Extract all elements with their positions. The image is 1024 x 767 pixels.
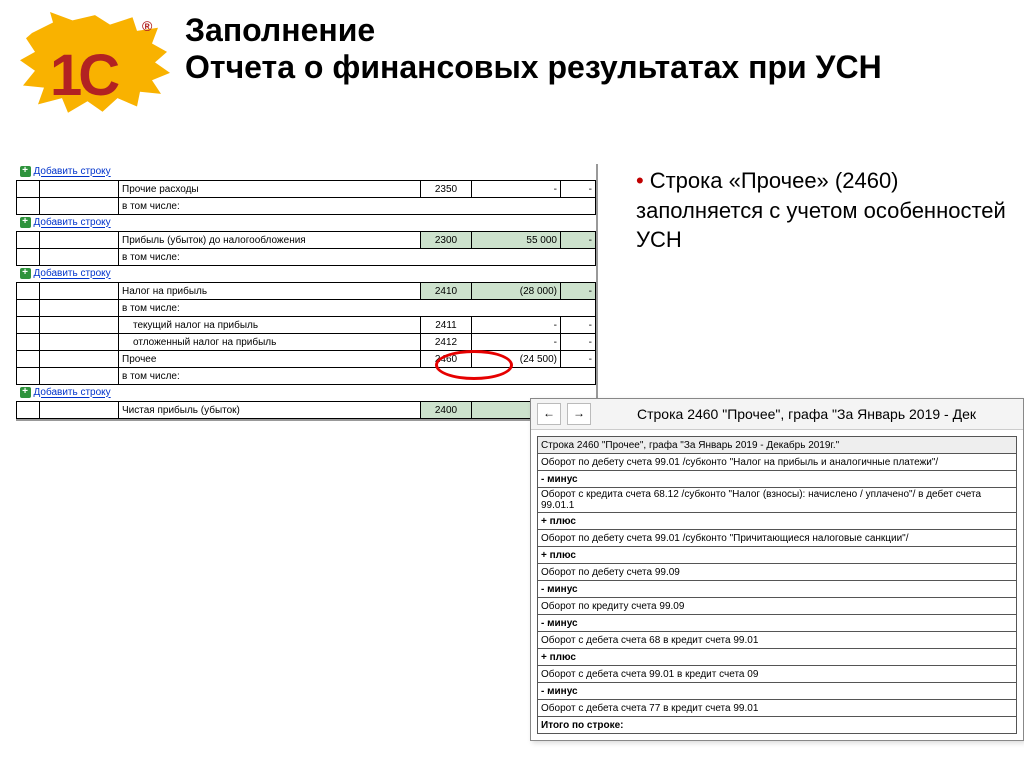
detail-line: Оборот по дебету счета 99.01 /субконто "…	[538, 454, 1017, 471]
row-val1[interactable]: (28 000)	[472, 283, 561, 300]
detail-body: Строка 2460 "Прочее", графа "За Январь 2…	[531, 430, 1023, 740]
detail-header-cell: Строка 2460 "Прочее", графа "За Январь 2…	[538, 437, 1017, 454]
add-line-row[interactable]: +Добавить строку	[17, 266, 596, 283]
detail-table: Строка 2460 "Прочее", графа "За Январь 2…	[537, 436, 1017, 734]
description-bullet: •Строка «Прочее» (2460) заполняется с уч…	[636, 166, 1014, 255]
logo-text: 1С	[50, 42, 116, 109]
detail-line: - минус	[538, 683, 1017, 700]
including-label: в том числе:	[119, 249, 596, 266]
table-row: текущий налог на прибыль 2411 - -	[17, 317, 596, 334]
row-val2[interactable]: -	[561, 317, 596, 334]
logo-registered-icon: ®	[142, 18, 152, 34]
including-label: в том числе:	[119, 198, 596, 215]
row-name: Налог на прибыль	[119, 283, 421, 300]
row-val2[interactable]: -	[561, 181, 596, 198]
add-line-link[interactable]: Добавить строку	[34, 388, 111, 399]
row-val1[interactable]: -	[472, 181, 561, 198]
title-line1: Заполнение	[185, 12, 375, 48]
table-row-highlighted: Прочее 2460 (24 500) -	[17, 351, 596, 368]
row-val1[interactable]: (24 500)	[472, 351, 561, 368]
row-name: Прибыль (убыток) до налогообложения	[119, 232, 421, 249]
table-row: в том числе:	[17, 249, 596, 266]
report-panel: +Добавить строку Прочие расходы 2350 - -…	[16, 164, 598, 421]
row-val1[interactable]: -	[472, 317, 561, 334]
detail-line: + плюс	[538, 513, 1017, 530]
table-row: Прочие расходы 2350 - -	[17, 181, 596, 198]
header: 1С ® Заполнение Отчета о финансовых резу…	[20, 12, 1014, 122]
including-label: в том числе:	[119, 368, 596, 385]
row-code: 2460	[421, 351, 472, 368]
detail-line: Оборот с дебета счета 77 в кредит счета …	[538, 700, 1017, 717]
row-name: Прочие расходы	[119, 181, 421, 198]
add-line-link[interactable]: Добавить строку	[34, 167, 111, 178]
row-val2[interactable]: -	[561, 334, 596, 351]
row-code: 2412	[421, 334, 472, 351]
table-row: в том числе:	[17, 368, 596, 385]
add-line-link[interactable]: Добавить строку	[34, 218, 111, 229]
nav-forward-button[interactable]: →	[567, 403, 591, 425]
row-code: 2300	[421, 232, 472, 249]
row-val2[interactable]: -	[561, 351, 596, 368]
detail-line: - минус	[538, 615, 1017, 632]
detail-panel: ← → Строка 2460 "Прочее", графа "За Янва…	[530, 398, 1024, 741]
row-val1[interactable]: 55 000	[472, 232, 561, 249]
detail-line: - минус	[538, 471, 1017, 488]
row-val1[interactable]: -	[472, 334, 561, 351]
detail-total-line: Итого по строке:	[538, 717, 1017, 734]
title-line2: Отчета о финансовых результатах при УСН	[185, 49, 882, 85]
bullet-text: Строка «Прочее» (2460) заполняется с уче…	[636, 168, 1006, 252]
detail-line: Оборот с дебета счета 68 в кредит счета …	[538, 632, 1017, 649]
expand-cell[interactable]	[17, 181, 40, 198]
detail-line: Оборот по дебету счета 99.01 /субконто "…	[538, 530, 1017, 547]
plus-icon: +	[20, 166, 31, 177]
table-row: Прибыль (убыток) до налогообложения 2300…	[17, 232, 596, 249]
table-row: Чистая прибыль (убыток) 2400 2 500 -	[17, 402, 596, 419]
bullet-icon: •	[636, 168, 644, 193]
row-name: Прочее	[119, 351, 421, 368]
row-code: 2411	[421, 317, 472, 334]
detail-line: Оборот с дебета счета 99.01 в кредит сче…	[538, 666, 1017, 683]
detail-line: + плюс	[538, 649, 1017, 666]
row-name: текущий налог на прибыль	[119, 317, 421, 334]
detail-title: Строка 2460 "Прочее", графа "За Январь 2…	[637, 406, 976, 422]
logo-1c: 1С ®	[20, 12, 170, 122]
row-val2[interactable]: -	[561, 283, 596, 300]
add-line-row[interactable]: +Добавить строку	[17, 385, 596, 402]
detail-line: Оборот по дебету счета 99.09	[538, 564, 1017, 581]
add-line-row[interactable]: +Добавить строку	[17, 164, 596, 181]
row-val2[interactable]: -	[561, 232, 596, 249]
detail-line: - минус	[538, 581, 1017, 598]
row-code: 2410	[421, 283, 472, 300]
add-line-link[interactable]: Добавить строку	[34, 269, 111, 280]
table-row: Налог на прибыль 2410 (28 000) -	[17, 283, 596, 300]
plus-icon: +	[20, 217, 31, 228]
add-line-row[interactable]: +Добавить строку	[17, 215, 596, 232]
detail-line: + плюс	[538, 547, 1017, 564]
nav-back-button[interactable]: ←	[537, 403, 561, 425]
report-table: +Добавить строку Прочие расходы 2350 - -…	[16, 164, 596, 419]
row-name: Чистая прибыль (убыток)	[119, 402, 421, 419]
row-code: 2400	[421, 402, 472, 419]
plus-icon: +	[20, 268, 31, 279]
table-row: в том числе:	[17, 198, 596, 215]
page-title: Заполнение Отчета о финансовых результат…	[185, 12, 882, 86]
row-code: 2350	[421, 181, 472, 198]
plus-icon: +	[20, 387, 31, 398]
detail-toolbar: ← → Строка 2460 "Прочее", графа "За Янва…	[531, 399, 1023, 430]
table-row: в том числе:	[17, 300, 596, 317]
row-name: отложенный налог на прибыль	[119, 334, 421, 351]
detail-line: Оборот с кредита счета 68.12 /субконто "…	[538, 488, 1017, 513]
table-row: отложенный налог на прибыль 2412 - -	[17, 334, 596, 351]
detail-line: Оборот по кредиту счета 99.09	[538, 598, 1017, 615]
including-label: в том числе:	[119, 300, 596, 317]
